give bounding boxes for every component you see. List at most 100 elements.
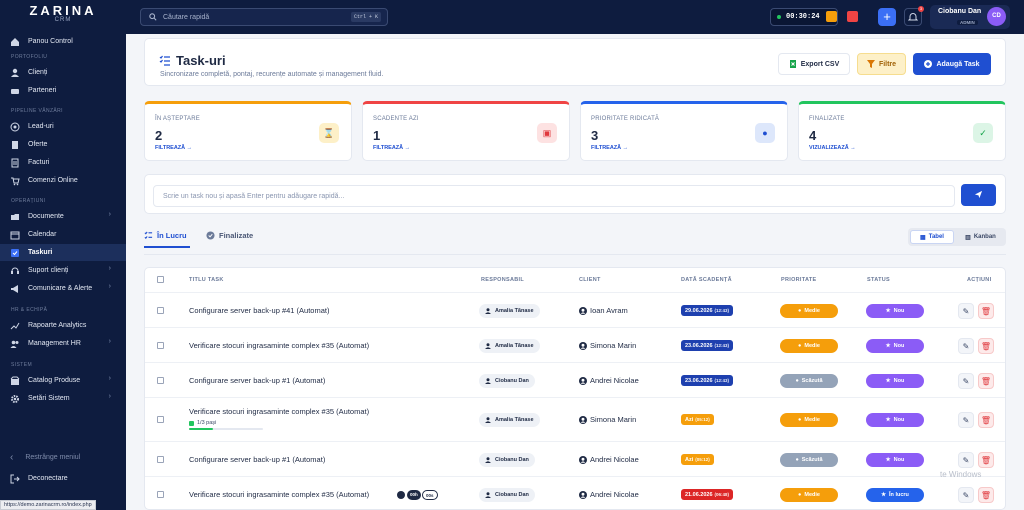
status-badge[interactable]: ★ În lucru xyxy=(866,488,924,502)
task-title[interactable]: Configurare server back-up #1 (Automat) xyxy=(189,376,325,385)
stat-link[interactable]: FILTREAZĂ → xyxy=(155,145,192,151)
task-title[interactable]: Configurare server back-up #41 (Automat) xyxy=(189,306,329,315)
delete-button[interactable]: 🗑 xyxy=(978,373,994,389)
delete-button[interactable]: 🗑 xyxy=(978,303,994,319)
sidebar-item-suport-clienti[interactable]: Suport clienți › xyxy=(0,262,126,279)
owner-pill[interactable]: Ciobanu Dan xyxy=(479,374,535,388)
client-cell[interactable]: Andrei Nicolae xyxy=(579,455,639,464)
table-row[interactable]: Verificare stocuri ingrasaminte complex … xyxy=(145,476,1005,509)
sidebar-item-comunicare[interactable]: Comunicare & Alerte › xyxy=(0,280,126,297)
stat-link[interactable]: FILTREAZĂ → xyxy=(373,145,410,151)
column-header-title[interactable]: TITLU TASK xyxy=(189,277,224,283)
table-row[interactable]: Verificare stocuri ingrasaminte complex … xyxy=(145,397,1005,441)
stat-card[interactable]: PRIORITATE RIDICATĂ 3 FILTREAZĂ → ● xyxy=(580,101,788,161)
edit-button[interactable]: ✎ xyxy=(958,412,974,428)
quick-add-send-button[interactable] xyxy=(961,184,996,206)
stat-link[interactable]: FILTREAZĂ → xyxy=(591,145,628,151)
filters-button[interactable]: Filtre xyxy=(857,53,906,75)
table-row[interactable]: Configurare server back-up #41 (Automat)… xyxy=(145,292,1005,327)
quick-create-button[interactable]: + xyxy=(878,8,896,26)
logo[interactable]: ZARINA xyxy=(0,3,126,18)
sidebar-item-documente[interactable]: Documente › xyxy=(0,208,126,225)
sidebar-item-comenzi-online[interactable]: Comenzi Online xyxy=(0,172,126,189)
status-badge[interactable]: ★ Nou xyxy=(866,453,924,467)
edit-button[interactable]: ✎ xyxy=(958,338,974,354)
view-table-button[interactable]: ▦ Tabel xyxy=(910,230,954,244)
owner-pill[interactable]: Amalia Tănase xyxy=(479,304,540,318)
owner-pill[interactable]: Ciobanu Dan xyxy=(479,453,535,467)
task-title[interactable]: Verificare stocuri ingrasaminte complex … xyxy=(189,490,369,499)
stat-card[interactable]: SCADENTE AZI 1 FILTREAZĂ → ▣ xyxy=(362,101,570,161)
owner-pill[interactable]: Amalia Tănase xyxy=(479,339,540,353)
row-checkbox[interactable] xyxy=(157,416,164,423)
column-header-status[interactable]: STATUS xyxy=(867,277,890,283)
stat-link[interactable]: VIZUALIZEAZĂ → xyxy=(809,145,856,151)
priority-badge[interactable]: ● Medie xyxy=(780,304,838,318)
sidebar-item-catalog-produse[interactable]: Catalog Produse › xyxy=(0,372,126,389)
edit-button[interactable]: ✎ xyxy=(958,487,974,503)
table-row[interactable]: Configurare server back-up #1 (Automat) C… xyxy=(145,362,1005,397)
table-row[interactable]: Configurare server back-up #1 (Automat) C… xyxy=(145,441,1005,476)
user-menu[interactable]: Ciobanu Dan ADMIN CD xyxy=(930,5,1010,29)
task-title[interactable]: Verificare stocuri ingrasaminte complex … xyxy=(189,341,369,350)
delete-button[interactable]: 🗑 xyxy=(978,412,994,428)
edit-button[interactable]: ✎ xyxy=(958,303,974,319)
status-badge[interactable]: ★ Nou xyxy=(866,413,924,427)
export-csv-button[interactable]: Export CSV xyxy=(778,53,850,75)
delete-button[interactable]: 🗑 xyxy=(978,338,994,354)
sidebar-item-facturi[interactable]: Facturi xyxy=(0,154,126,171)
status-badge[interactable]: ★ Nou xyxy=(866,304,924,318)
sidebar-item-taskuri[interactable]: Taskuri xyxy=(0,244,126,261)
sidebar-item-panou-control[interactable]: Panou Control xyxy=(0,33,126,50)
priority-badge[interactable]: ● Medie xyxy=(780,413,838,427)
row-checkbox[interactable] xyxy=(157,491,164,498)
client-cell[interactable]: Simona Marin xyxy=(579,341,636,350)
column-header-client[interactable]: CLIENT xyxy=(579,277,601,283)
task-title[interactable]: Verificare stocuri ingrasaminte complex … xyxy=(189,407,369,416)
priority-badge[interactable]: ● Scăzută xyxy=(780,374,838,388)
client-cell[interactable]: Andrei Nicolae xyxy=(579,490,639,499)
edit-button[interactable]: ✎ xyxy=(958,373,974,389)
quick-add-input[interactable]: Scrie un task nou și apasă Enter pentru … xyxy=(153,185,955,207)
sidebar-item-oferte[interactable]: Oferte xyxy=(0,136,126,153)
view-kanban-button[interactable]: ▥ Kanban xyxy=(957,230,1004,244)
priority-badge[interactable]: ● Medie xyxy=(780,339,838,353)
logout-button[interactable]: Deconectare xyxy=(0,470,126,487)
owner-pill[interactable]: Ciobanu Dan xyxy=(479,488,535,502)
row-checkbox[interactable] xyxy=(157,456,164,463)
priority-badge[interactable]: ● Medie xyxy=(780,488,838,502)
timer-pause-button[interactable] xyxy=(826,11,837,22)
status-badge[interactable]: ★ Nou xyxy=(866,374,924,388)
owner-pill[interactable]: Amalia Tănase xyxy=(479,413,540,427)
client-cell[interactable]: Simona Marin xyxy=(579,415,636,424)
column-header-priority[interactable]: PRIORITATE xyxy=(781,277,817,283)
notifications-button[interactable]: 3 xyxy=(904,6,924,26)
tab-finalizate[interactable]: Finalizate xyxy=(206,231,253,240)
search-input[interactable]: Căutare rapidă Ctrl + K xyxy=(140,8,388,26)
priority-badge[interactable]: ● Scăzută xyxy=(780,453,838,467)
delete-button[interactable]: 🗑 xyxy=(978,452,994,468)
sidebar-item-calendar[interactable]: Calendar xyxy=(0,226,126,243)
status-badge[interactable]: ★ Nou xyxy=(866,339,924,353)
client-cell[interactable]: Andrei Nicolae xyxy=(579,376,639,385)
select-all-checkbox[interactable] xyxy=(157,276,164,283)
stat-card[interactable]: ÎN AȘTEPTARE 2 FILTREAZĂ → ⌛ xyxy=(144,101,352,161)
add-task-button[interactable]: Adaugă Task xyxy=(913,53,991,75)
row-checkbox[interactable] xyxy=(157,342,164,349)
table-row[interactable]: Verificare stocuri ingrasaminte complex … xyxy=(145,327,1005,362)
client-cell[interactable]: Ioan Avram xyxy=(579,306,628,315)
sidebar-item-parteneri[interactable]: Parteneri xyxy=(0,82,126,99)
sidebar-item-lead-uri[interactable]: Lead-uri xyxy=(0,118,126,135)
row-checkbox[interactable] xyxy=(157,307,164,314)
row-checkbox[interactable] xyxy=(157,377,164,384)
timer-stop-button[interactable] xyxy=(847,11,858,22)
edit-button[interactable]: ✎ xyxy=(958,452,974,468)
sidebar-item-management-hr[interactable]: Management HR › xyxy=(0,335,126,352)
column-header-due-date[interactable]: DATĂ SCADENȚĂ xyxy=(681,277,732,283)
sidebar-item-clienti[interactable]: Clienți xyxy=(0,64,126,81)
stat-card[interactable]: FINALIZATE 4 VIZUALIZEAZĂ → ✓ xyxy=(798,101,1006,161)
collapse-menu-button[interactable]: ‹ Restrânge meniul xyxy=(0,449,126,466)
task-title[interactable]: Configurare server back-up #1 (Automat) xyxy=(189,455,325,464)
sidebar-item-rapoarte[interactable]: Rapoarte Analytics xyxy=(0,317,126,334)
tab-in-lucru[interactable]: În Lucru xyxy=(144,231,187,240)
